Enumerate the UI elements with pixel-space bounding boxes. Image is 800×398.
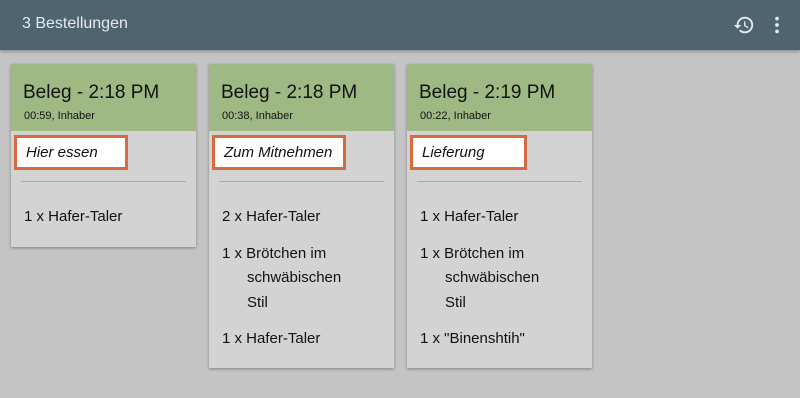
order-type-label[interactable]: Lieferung [410, 135, 527, 170]
page-title: 3 Bestellungen [22, 15, 128, 32]
divider [21, 181, 186, 182]
order-items-list: 1 x Hafer-Taler [24, 205, 190, 242]
order-items-list: 2 x Hafer-Taler 1 x Brötchen im schwäbis… [222, 205, 388, 364]
history-icon[interactable] [733, 14, 755, 36]
app-bar: 3 Bestellungen [0, 0, 800, 50]
order-receipt-title: Beleg - 2:19 PM [419, 82, 556, 103]
order-card-header: Beleg - 2:18 PM 00:59, Inhaber [11, 64, 196, 131]
order-receipt-title: Beleg - 2:18 PM [23, 82, 160, 103]
order-item: 1 x Brötchen im schwäbischen Stil [222, 244, 342, 311]
order-elapsed-user: 00:38, Inhaber [222, 110, 293, 122]
order-receipt-title: Beleg - 2:18 PM [221, 82, 358, 103]
order-item: 1 x "Binenshtih" [420, 330, 525, 347]
order-item: 2 x Hafer-Taler [222, 208, 321, 225]
order-item: 1 x Brötchen im schwäbischen Stil [420, 244, 540, 311]
order-item: 1 x Hafer-Taler [420, 208, 519, 225]
order-item: 1 x Hafer-Taler [24, 208, 123, 225]
divider [219, 181, 384, 182]
order-type-label[interactable]: Hier essen [14, 135, 128, 170]
order-item: 1 x Hafer-Taler [222, 330, 321, 347]
divider [417, 181, 582, 182]
order-card[interactable]: Beleg - 2:18 PM 00:59, Inhaber Hier esse… [11, 64, 196, 247]
order-type-label[interactable]: Zum Mitnehmen [212, 135, 346, 170]
order-card-header: Beleg - 2:19 PM 00:22, Inhaber [407, 64, 592, 131]
order-card-header: Beleg - 2:18 PM 00:38, Inhaber [209, 64, 394, 131]
order-items-list: 1 x Hafer-Taler 1 x Brötchen im schwäbis… [420, 205, 586, 364]
order-elapsed-user: 00:59, Inhaber [24, 110, 95, 122]
order-elapsed-user: 00:22, Inhaber [420, 110, 491, 122]
more-vert-icon[interactable] [766, 14, 788, 36]
order-card[interactable]: Beleg - 2:18 PM 00:38, Inhaber Zum Mitne… [209, 64, 394, 368]
order-card[interactable]: Beleg - 2:19 PM 00:22, Inhaber Lieferung… [407, 64, 592, 368]
